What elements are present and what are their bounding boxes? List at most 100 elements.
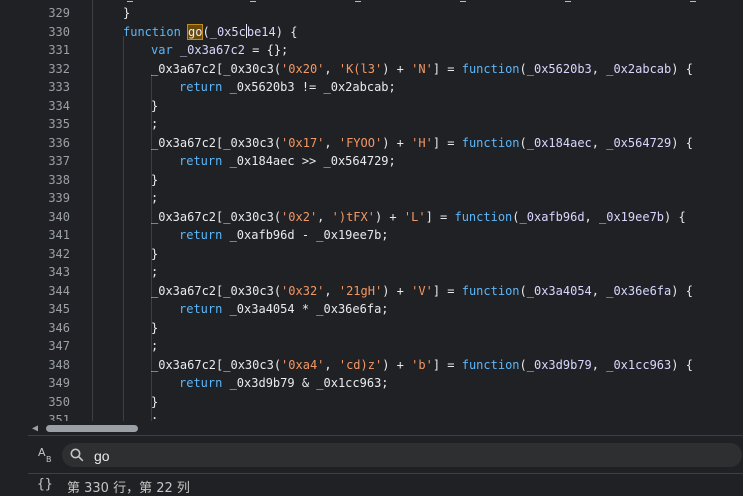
code-token: _0x3a67c2[_0x30c3( bbox=[151, 283, 282, 298]
indent-guide bbox=[123, 36, 124, 421]
code-line[interactable]: } bbox=[151, 393, 158, 412]
code-line[interactable]: return _0x5620b3 != _0x2abcab; bbox=[179, 78, 396, 97]
code-token: ) { bbox=[275, 24, 298, 39]
code-token: ( bbox=[519, 283, 527, 298]
code-token: 'H' bbox=[411, 135, 433, 150]
code-line[interactable]: _0x3a67c2[_0x30c3('0x17', 'FYOO') + 'H']… bbox=[151, 134, 693, 153]
code-token: 'K(l3' bbox=[338, 61, 383, 76]
code-token: ; bbox=[151, 265, 159, 279]
triangle-left-icon[interactable]: ◀ bbox=[32, 423, 38, 434]
code-token: = {}; bbox=[244, 43, 289, 57]
line-number-gutter: 329 330 331 332 333 334 335 336 337 338 339 340 341 3… bbox=[0, 0, 74, 421]
code-line[interactable]: } bbox=[123, 4, 130, 23]
code-token: ) { bbox=[664, 209, 686, 224]
code-token: _0x3a67c2[_0x30c3( bbox=[151, 209, 282, 224]
line-number: 348 bbox=[48, 357, 70, 372]
code-token: return bbox=[179, 80, 230, 94]
line-number: 339 bbox=[48, 191, 70, 205]
code-token: _0x3a67c2[_0x30c3( bbox=[151, 357, 282, 372]
code-token: , bbox=[591, 283, 607, 298]
code-token: _0x1cc963 bbox=[606, 357, 672, 372]
code-line[interactable]: return _0x3a4054 * _0x36e6fa; bbox=[179, 300, 389, 319]
line-number: 343 bbox=[48, 265, 70, 279]
line-number: 345 bbox=[48, 302, 70, 316]
code-token: , bbox=[324, 283, 339, 298]
line-number: 337 bbox=[48, 154, 70, 168]
code-line[interactable]: return _0xafb96d - _0x19ee7b; bbox=[179, 226, 389, 245]
code-line[interactable]: } bbox=[151, 171, 158, 190]
code-line[interactable]: _0x3a67c2[_0x30c3('0x2', ')tFX') + 'L'] … bbox=[151, 208, 686, 227]
code-token: , bbox=[324, 357, 339, 372]
horizontal-scrollbar[interactable]: ◀ bbox=[28, 421, 743, 435]
code-token: _0x36e6fa bbox=[606, 283, 672, 298]
line-number: 333 bbox=[48, 80, 70, 94]
code-line[interactable]: ; bbox=[151, 263, 158, 282]
search-icon bbox=[70, 448, 84, 462]
code-line[interactable]: return _0x184aec >> _0x564729; bbox=[179, 152, 396, 171]
code-token: ] = bbox=[432, 357, 462, 372]
code-token: } bbox=[151, 394, 159, 409]
code-token: 'V' bbox=[411, 283, 433, 298]
code-line[interactable]: } bbox=[151, 319, 158, 338]
code-token: 'FYOO' bbox=[338, 135, 383, 150]
code-token: '0x17' bbox=[281, 135, 325, 150]
scrollbar-thumb[interactable] bbox=[46, 425, 138, 432]
code-line[interactable]: _0x3a67c2[_0x30c3('0x32', '21gH') + 'V']… bbox=[151, 282, 693, 301]
code-token: '0xa4' bbox=[281, 357, 325, 372]
code-token: ) { bbox=[671, 61, 693, 76]
match-case-icon-b: B bbox=[46, 455, 52, 464]
code-token: ) + bbox=[374, 209, 404, 224]
code-token: _0x5620b3 bbox=[526, 61, 592, 76]
code-line[interactable]: ; bbox=[151, 337, 158, 356]
code-token: , bbox=[591, 61, 607, 76]
code-line[interactable]: ; bbox=[151, 189, 158, 208]
match-case-icon-a: A bbox=[38, 446, 46, 459]
code-token: } bbox=[151, 320, 159, 335]
line-number: 331 bbox=[48, 43, 70, 57]
code-token: '0x32' bbox=[281, 283, 325, 298]
code-token: _0x184aec bbox=[526, 135, 592, 150]
code-token: be14 bbox=[246, 24, 276, 39]
code-token: , bbox=[324, 61, 339, 76]
code-line[interactable]: return _0x3d9b79 & _0x1cc963; bbox=[179, 374, 389, 393]
line-number: 350 bbox=[48, 394, 70, 409]
line-number: 334 bbox=[48, 98, 70, 113]
code-token: ] = bbox=[432, 283, 462, 298]
code-token: , bbox=[591, 135, 607, 150]
code-token: return bbox=[179, 302, 230, 316]
code-token: function bbox=[461, 135, 520, 150]
code-token: ( bbox=[202, 24, 210, 39]
code-token: var bbox=[151, 43, 180, 57]
status-bar: {} 第 330 行，第 22 列 bbox=[28, 473, 743, 496]
code-editor[interactable]: 329 330 331 332 333 334 335 336 337 338 339 340 341 3… bbox=[0, 0, 743, 421]
code-token: , bbox=[591, 357, 607, 372]
code-token: _0xafb96d bbox=[519, 209, 585, 224]
code-token: _0x564729 bbox=[606, 135, 672, 150]
code-line[interactable]: } bbox=[151, 97, 158, 116]
search-input[interactable] bbox=[92, 445, 736, 467]
code-token: '0x20' bbox=[281, 61, 325, 76]
code-line[interactable]: } bbox=[151, 245, 158, 264]
line-number: 351 bbox=[48, 413, 70, 421]
code-token: function bbox=[461, 61, 520, 76]
code-token: _0x3a4054 bbox=[526, 283, 592, 298]
pretty-print-icon[interactable]: {} bbox=[37, 477, 53, 492]
line-number: 346 bbox=[48, 320, 70, 335]
line-number: 329 bbox=[48, 6, 70, 20]
search-box[interactable] bbox=[62, 443, 742, 467]
code-line[interactable]: ; bbox=[151, 411, 158, 421]
search-match-highlight: go bbox=[186, 23, 204, 40]
code-token: ')tFX' bbox=[331, 209, 375, 224]
code-token: _0x3a67c2 bbox=[179, 43, 245, 57]
code-token: _0x5c bbox=[209, 24, 246, 39]
code-line[interactable]: _0x3a67c2[_0x30c3('0x20', 'K(l3') + 'N']… bbox=[151, 60, 693, 79]
line-number: 330 bbox=[48, 24, 70, 39]
code-line[interactable]: function go(_0x5cbe14) { bbox=[123, 23, 297, 42]
code-token: ) { bbox=[671, 283, 693, 298]
code-token: 'L' bbox=[403, 209, 426, 224]
code-line[interactable]: ; bbox=[151, 115, 158, 134]
code-line[interactable]: _0x3a67c2[_0x30c3('0xa4', 'cd)z') + 'b']… bbox=[151, 356, 693, 375]
code-line[interactable]: var _0x3a67c2 = {}; bbox=[151, 41, 288, 60]
code-content[interactable]: } function go(_0x5cbe14) {var _0x3a67c2 =… bbox=[92, 0, 743, 421]
code-token: function bbox=[461, 357, 520, 372]
